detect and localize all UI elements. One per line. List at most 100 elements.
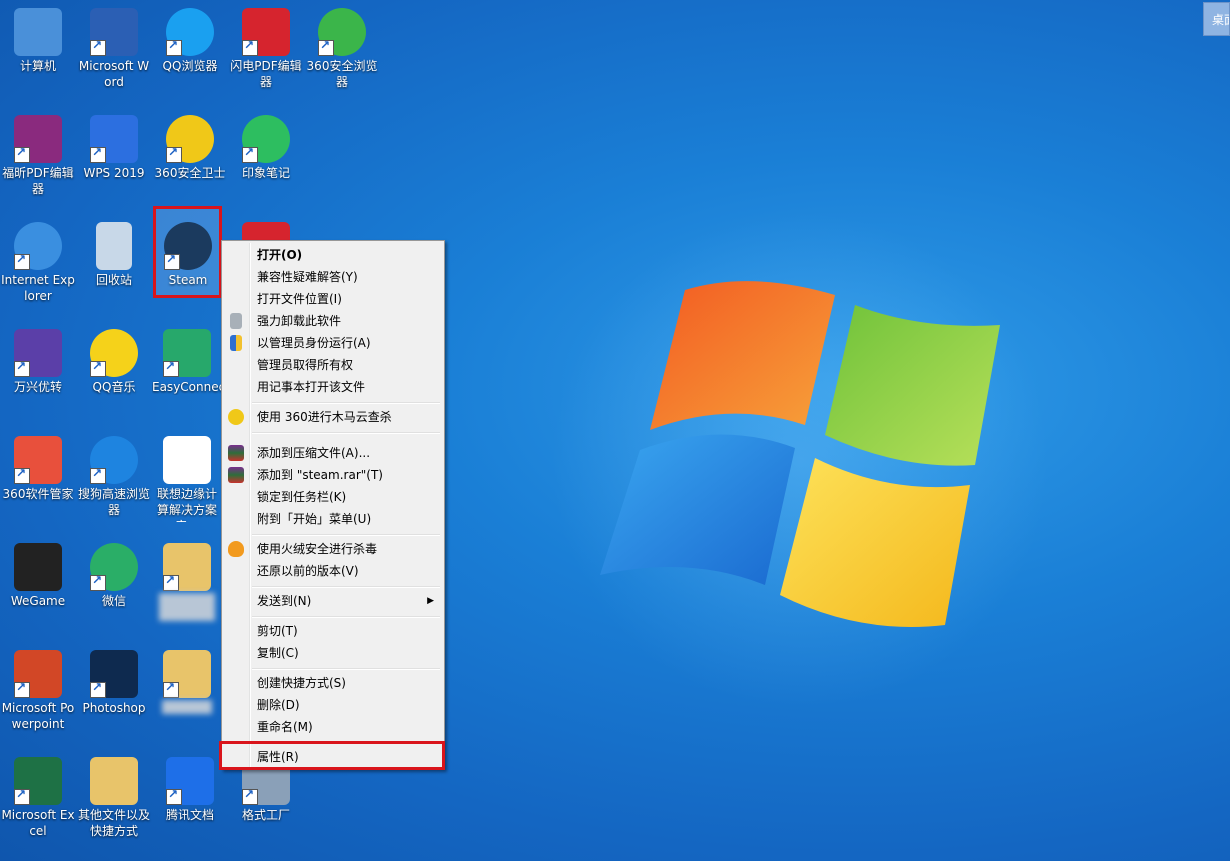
wechat-icon bbox=[90, 543, 138, 591]
excel-icon bbox=[14, 757, 62, 805]
shield-icon bbox=[230, 335, 242, 351]
recycle-bin-icon bbox=[96, 222, 132, 270]
wps-icon bbox=[90, 115, 138, 163]
word-icon bbox=[90, 8, 138, 56]
menu-item-add-to-steam-rar[interactable]: 添加到 "steam.rar"(T) bbox=[224, 464, 442, 486]
evernote-desktop-icon[interactable]: 印象笔记 bbox=[228, 109, 304, 181]
menu-item-cut[interactable]: 剪切(T) bbox=[224, 620, 442, 642]
powerpoint-icon bbox=[14, 650, 62, 698]
computer-desktop-icon[interactable]: 计算机 bbox=[0, 2, 76, 74]
menu-item-restore-versions[interactable]: 还原以前的版本(V) bbox=[224, 560, 442, 582]
icon-label: Microsoft Word bbox=[78, 59, 150, 89]
winrar-icon bbox=[228, 467, 244, 483]
qq-browser-icon bbox=[166, 8, 214, 56]
blurred-folder-2-desktop-icon[interactable] bbox=[152, 644, 222, 714]
menu-item-open-location[interactable]: 打开文件位置(I) bbox=[224, 288, 442, 310]
360-software-desktop-icon[interactable]: 360软件管家 bbox=[0, 430, 76, 502]
menu-item-run-as-admin[interactable]: 以管理员身份运行(A) bbox=[224, 332, 442, 354]
foxit-pdf-desktop-icon[interactable]: 福昕PDF编辑器 bbox=[0, 109, 76, 197]
excel-desktop-icon[interactable]: Microsoft Excel bbox=[0, 751, 76, 839]
menu-separator bbox=[252, 402, 440, 404]
menu-item-delete[interactable]: 删除(D) bbox=[224, 694, 442, 716]
menu-separator bbox=[252, 534, 440, 536]
menu-item-force-uninstall[interactable]: 强力卸载此软件 bbox=[224, 310, 442, 332]
wechat-desktop-icon[interactable]: 微信 bbox=[76, 537, 152, 609]
360-browser-icon bbox=[318, 8, 366, 56]
folder-icon bbox=[90, 757, 138, 805]
wegame-desktop-icon[interactable]: WeGame bbox=[0, 537, 76, 609]
blurred-label bbox=[162, 700, 212, 714]
huorong-icon bbox=[228, 541, 244, 557]
wondershare-icon bbox=[14, 329, 62, 377]
tencent-docs-desktop-icon[interactable]: 腾讯文档 bbox=[152, 751, 228, 823]
easyconnect-desktop-icon[interactable]: EasyConnect bbox=[152, 323, 222, 395]
icon-label: WPS 2019 bbox=[83, 166, 145, 180]
icon-label: Internet Explorer bbox=[1, 273, 75, 303]
menu-item-open-with-notepad[interactable]: 用记事本打开该文件 bbox=[224, 376, 442, 398]
icon-label: Steam bbox=[168, 273, 208, 287]
icon-label: 闪电PDF编辑器 bbox=[230, 59, 302, 89]
icon-label: Microsoft Excel bbox=[1, 808, 75, 838]
menu-item-compatibility[interactable]: 兼容性疑难解答(Y) bbox=[224, 266, 442, 288]
360-browser-desktop-icon[interactable]: 360安全浏览器 bbox=[304, 2, 380, 90]
submenu-arrow-icon: ▶ bbox=[427, 596, 434, 606]
icon-label: 联想边缘计算解决方案产... bbox=[156, 487, 217, 522]
wps-desktop-icon[interactable]: WPS 2019 bbox=[76, 109, 152, 181]
blurred-folder-desktop-icon[interactable] bbox=[152, 537, 222, 621]
menu-item-360-scan[interactable]: 使用 360进行木马云查杀 bbox=[224, 406, 442, 428]
easyconnect-icon bbox=[163, 329, 211, 377]
folder-icon bbox=[163, 650, 211, 698]
menu-item-create-shortcut[interactable]: 创建快捷方式(S) bbox=[224, 672, 442, 694]
icon-label: EasyConnect bbox=[152, 380, 222, 394]
icon-label: 360安全浏览器 bbox=[306, 59, 378, 89]
photoshop-desktop-icon[interactable]: Photoshop bbox=[76, 644, 152, 716]
menu-separator bbox=[252, 432, 440, 434]
icon-label: 其他文件以及快捷方式 bbox=[77, 808, 150, 838]
wegame-icon bbox=[14, 543, 62, 591]
icon-label: Photoshop bbox=[82, 701, 146, 715]
document-thumbnail-icon bbox=[163, 436, 211, 484]
icon-label: 腾讯文档 bbox=[165, 808, 214, 822]
360-safe-desktop-icon[interactable]: 360安全卫士 bbox=[152, 109, 228, 181]
steam-desktop-icon[interactable]: Steam bbox=[150, 216, 226, 288]
desktop-corner-button[interactable]: 桌面 bbox=[1203, 2, 1230, 36]
menu-item-copy[interactable]: 复制(C) bbox=[224, 642, 442, 664]
icon-label: 格式工厂 bbox=[241, 808, 290, 822]
menu-separator bbox=[252, 668, 440, 670]
360-icon bbox=[228, 409, 244, 425]
icon-label: 搜狗高速浏览器 bbox=[77, 487, 150, 517]
menu-item-open[interactable]: 打开(O) bbox=[224, 244, 442, 266]
recycle-bin-desktop-icon[interactable]: 回收站 bbox=[76, 216, 152, 288]
qq-browser-desktop-icon[interactable]: QQ浏览器 bbox=[152, 2, 228, 74]
tencent-docs-icon bbox=[166, 757, 214, 805]
sogou-browser-desktop-icon[interactable]: 搜狗高速浏览器 bbox=[76, 430, 152, 518]
icon-label: 360软件管家 bbox=[2, 487, 74, 501]
icon-label: 回收站 bbox=[95, 273, 132, 287]
evernote-icon bbox=[242, 115, 290, 163]
menu-item-huorong-scan[interactable]: 使用火绒安全进行杀毒 bbox=[224, 538, 442, 560]
qq-music-icon bbox=[90, 329, 138, 377]
icon-label: 计算机 bbox=[19, 59, 56, 73]
properties-highlight bbox=[219, 741, 445, 770]
trash-icon bbox=[230, 313, 242, 329]
word-desktop-icon[interactable]: Microsoft Word bbox=[76, 2, 152, 90]
other-files-desktop-icon[interactable]: 其他文件以及快捷方式 bbox=[76, 751, 152, 839]
wondershare-desktop-icon[interactable]: 万兴优转 bbox=[0, 323, 76, 395]
menu-item-send-to[interactable]: 发送到(N) ▶ bbox=[224, 590, 442, 612]
ie-desktop-icon[interactable]: Internet Explorer bbox=[0, 216, 76, 304]
icon-label: 印象笔记 bbox=[241, 166, 290, 180]
menu-item-pin-start[interactable]: 附到「开始」菜单(U) bbox=[224, 508, 442, 530]
powerpoint-desktop-icon[interactable]: Microsoft Powerpoint bbox=[0, 644, 76, 732]
icon-label: QQ浏览器 bbox=[162, 59, 218, 73]
menu-item-add-to-archive[interactable]: 添加到压缩文件(A)... bbox=[224, 442, 442, 464]
menu-item-pin-taskbar[interactable]: 锁定到任务栏(K) bbox=[224, 486, 442, 508]
qq-music-desktop-icon[interactable]: QQ音乐 bbox=[76, 323, 152, 395]
computer-icon bbox=[14, 8, 62, 56]
photoshop-icon bbox=[90, 650, 138, 698]
folder-icon bbox=[163, 543, 211, 591]
lenovo-doc-desktop-icon[interactable]: 联想边缘计算解决方案产... bbox=[152, 430, 222, 522]
flash-pdf-desktop-icon[interactable]: 闪电PDF编辑器 bbox=[228, 2, 304, 90]
menu-item-rename[interactable]: 重命名(M) bbox=[224, 716, 442, 738]
sogou-browser-icon bbox=[90, 436, 138, 484]
menu-item-take-ownership[interactable]: 管理员取得所有权 bbox=[224, 354, 442, 376]
